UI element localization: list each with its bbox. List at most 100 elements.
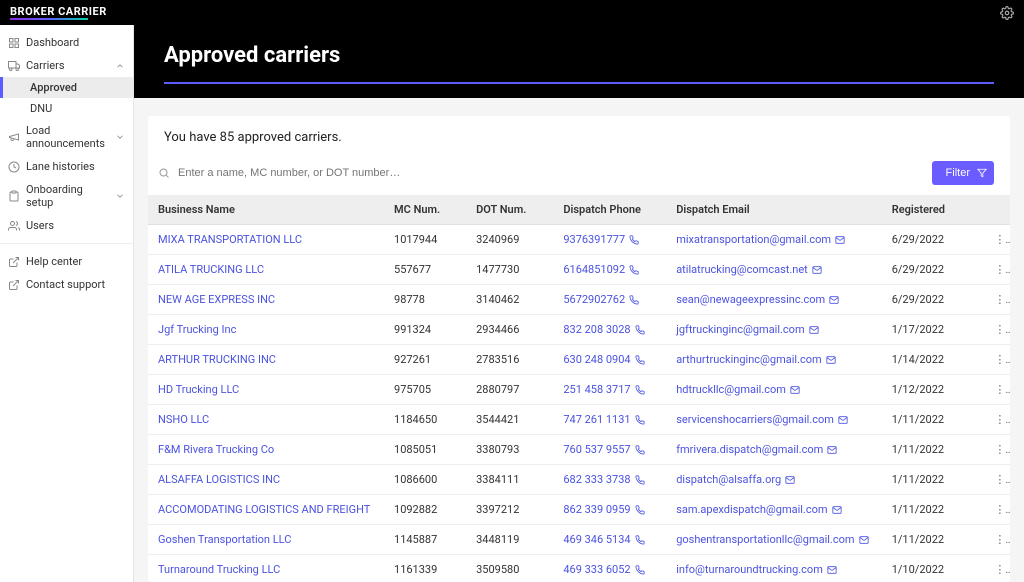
dispatch-phone-link[interactable]: 682 333 3738 xyxy=(563,473,630,486)
dispatch-phone-link[interactable]: 6164851092 xyxy=(563,263,625,276)
dispatch-email-link[interactable]: fmrivera.dispatch@gmail.com xyxy=(676,443,823,456)
column-header[interactable]: Dispatch Email xyxy=(666,195,882,225)
row-actions-menu[interactable]: ⋮ xyxy=(984,435,1010,465)
business-name-link[interactable]: ALSAFFA LOGISTICS INC xyxy=(158,473,280,486)
nav-load-announcements[interactable]: Load announcements xyxy=(0,119,133,155)
phone-icon[interactable] xyxy=(635,565,645,576)
nav-icon xyxy=(8,220,20,232)
dispatch-email-link[interactable]: dispatch@alsaffa.org xyxy=(676,473,781,486)
dispatch-email-link[interactable]: jgftruckinginc@gmail.com xyxy=(676,323,804,336)
row-actions-menu[interactable]: ⋮ xyxy=(984,225,1010,255)
nav-users[interactable]: Users xyxy=(0,214,133,237)
row-actions-menu[interactable]: ⋮ xyxy=(984,525,1010,555)
phone-icon[interactable] xyxy=(635,325,645,336)
mail-icon[interactable] xyxy=(826,355,836,366)
phone-icon[interactable] xyxy=(635,385,645,396)
nav-carriers[interactable]: Carriers xyxy=(0,54,133,77)
row-actions-menu[interactable]: ⋮ xyxy=(984,315,1010,345)
dispatch-email-link[interactable]: servicenshocarriers@gmail.com xyxy=(676,413,834,426)
settings-icon[interactable] xyxy=(1000,6,1014,20)
mail-icon[interactable] xyxy=(859,535,869,546)
dispatch-phone-link[interactable]: 469 346 5134 xyxy=(563,533,630,546)
carriers-panel: You have 85 approved carriers. Filter xyxy=(148,116,1010,582)
dispatch-phone-link[interactable]: 760 537 9557 xyxy=(563,443,630,456)
phone-icon[interactable] xyxy=(635,475,645,486)
dispatch-phone-link[interactable]: 9376391777 xyxy=(563,233,625,246)
business-name-link[interactable]: Jgf Trucking Inc xyxy=(158,323,236,336)
row-actions-menu[interactable]: ⋮ xyxy=(984,375,1010,405)
dispatch-email-link[interactable]: atilatrucking@comcast.net xyxy=(676,263,808,276)
mc-number: 927261 xyxy=(384,345,466,375)
mail-icon[interactable] xyxy=(838,415,848,426)
mail-icon[interactable] xyxy=(790,385,800,396)
dispatch-phone-link[interactable]: 832 208 3028 xyxy=(563,323,630,336)
phone-icon[interactable] xyxy=(629,295,639,306)
phone-icon[interactable] xyxy=(635,505,645,516)
dispatch-email-link[interactable]: arthurtruckinginc@gmail.com xyxy=(676,353,821,366)
row-actions-menu[interactable]: ⋮ xyxy=(984,285,1010,315)
phone-icon[interactable] xyxy=(635,535,645,546)
phone-icon[interactable] xyxy=(635,415,645,426)
phone-icon[interactable] xyxy=(629,265,639,276)
nav-dashboard[interactable]: Dashboard xyxy=(0,31,133,54)
business-name-link[interactable]: Goshen Transportation LLC xyxy=(158,533,291,546)
nav-contact-support[interactable]: Contact support xyxy=(0,273,133,296)
column-header[interactable]: DOT Num. xyxy=(466,195,553,225)
business-name-link[interactable]: ATILA TRUCKING LLC xyxy=(158,263,264,276)
mail-icon[interactable] xyxy=(832,505,842,516)
dispatch-phone-link[interactable]: 469 333 6052 xyxy=(563,563,630,576)
filter-button[interactable]: Filter xyxy=(932,161,994,185)
table-row: Goshen Transportation LLC114588734481194… xyxy=(148,525,1010,555)
row-actions-menu[interactable]: ⋮ xyxy=(984,255,1010,285)
column-header[interactable]: Business Name xyxy=(148,195,384,225)
brand-logo[interactable]: BROKER CARRIER xyxy=(10,5,107,20)
row-actions-menu[interactable]: ⋮ xyxy=(984,495,1010,525)
dispatch-email-link[interactable]: mixatransportation@gmail.com xyxy=(676,233,831,246)
dispatch-phone-link[interactable]: 747 261 1131 xyxy=(563,413,630,426)
business-name-link[interactable]: F&M Rivera Trucking Co xyxy=(158,443,274,456)
business-name-link[interactable]: ACCOMODATING LOGISTICS AND FREIGHT xyxy=(158,503,370,516)
business-name-link[interactable]: HD Trucking LLC xyxy=(158,383,239,396)
dispatch-phone-link[interactable]: 630 248 0904 xyxy=(563,353,630,366)
nav-onboarding-setup[interactable]: Onboarding setup xyxy=(0,178,133,214)
business-name-link[interactable]: NSHO LLC xyxy=(158,413,209,426)
mail-icon[interactable] xyxy=(827,445,837,456)
dispatch-email-link[interactable]: goshentransportationllc@gmail.com xyxy=(676,533,854,546)
mail-icon[interactable] xyxy=(785,475,795,486)
row-actions-menu[interactable]: ⋮ xyxy=(984,465,1010,495)
dispatch-phone-link[interactable]: 251 458 3717 xyxy=(563,383,630,396)
column-header[interactable]: MC Num. xyxy=(384,195,466,225)
dispatch-email-link[interactable]: info@turnaroundtrucking.com xyxy=(676,563,823,576)
nav-child-dnu[interactable]: DNU xyxy=(0,98,133,119)
business-name-link[interactable]: MIXA TRANSPORTATION LLC xyxy=(158,233,302,246)
phone-icon[interactable] xyxy=(635,355,645,366)
nav-lane-histories[interactable]: Lane histories xyxy=(0,155,133,178)
dispatch-email-link[interactable]: sean@newageexpressinc.com xyxy=(676,293,825,306)
phone-icon[interactable] xyxy=(629,235,639,246)
dot-number: 2934466 xyxy=(466,315,553,345)
column-header[interactable]: Dispatch Phone xyxy=(553,195,666,225)
phone-icon[interactable] xyxy=(635,445,645,456)
business-name-link[interactable]: Turnaround Trucking LLC xyxy=(158,563,280,576)
mail-icon[interactable] xyxy=(812,265,822,276)
business-name-link[interactable]: NEW AGE EXPRESS INC xyxy=(158,293,275,306)
dispatch-email-link[interactable]: sam.apexdispatch@gmail.com xyxy=(676,503,827,516)
page-header: Approved carriers xyxy=(134,25,1024,98)
business-name-link[interactable]: ARTHUR TRUCKING INC xyxy=(158,353,276,366)
column-header[interactable]: Registered xyxy=(882,195,985,225)
mail-icon[interactable] xyxy=(835,235,845,246)
dispatch-email-link[interactable]: hdtruckllc@gmail.com xyxy=(676,383,786,396)
table-row: Jgf Trucking Inc9913242934466832 208 302… xyxy=(148,315,1010,345)
table-row: NSHO LLC11846503544421747 261 1131servic… xyxy=(148,405,1010,435)
nav-help-center[interactable]: Help center xyxy=(0,250,133,273)
dispatch-phone-link[interactable]: 862 339 0959 xyxy=(563,503,630,516)
row-actions-menu[interactable]: ⋮ xyxy=(984,405,1010,435)
row-actions-menu[interactable]: ⋮ xyxy=(984,345,1010,375)
mail-icon[interactable] xyxy=(827,565,837,576)
row-actions-menu[interactable]: ⋮ xyxy=(984,555,1010,582)
search-input[interactable] xyxy=(178,167,924,179)
nav-child-approved[interactable]: Approved xyxy=(0,77,133,98)
mail-icon[interactable] xyxy=(829,295,839,306)
mail-icon[interactable] xyxy=(809,325,819,336)
dispatch-phone-link[interactable]: 5672902762 xyxy=(563,293,625,306)
